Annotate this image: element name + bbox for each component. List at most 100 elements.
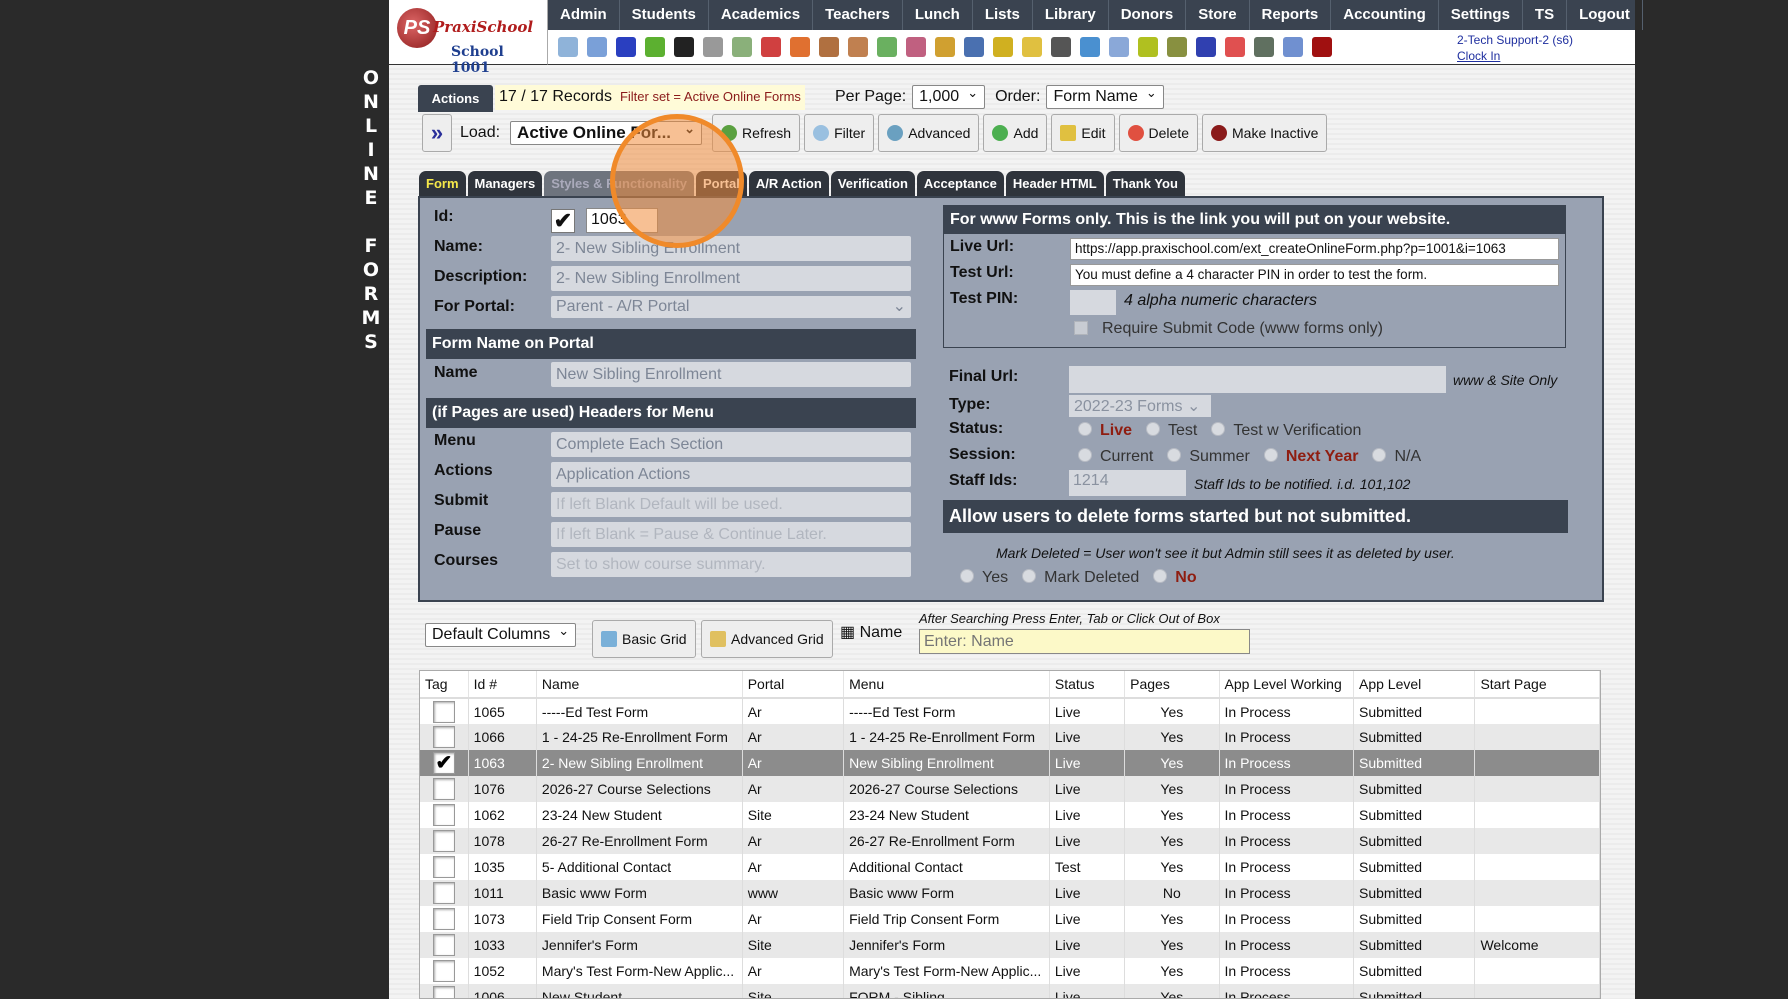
phone-icon[interactable] xyxy=(674,37,694,57)
tab-a-r-action[interactable]: A/R Action xyxy=(748,171,829,196)
tag-checkbox[interactable] xyxy=(432,700,455,723)
megaphone-icon[interactable] xyxy=(790,37,810,57)
chat-icon[interactable] xyxy=(645,37,665,57)
session-radio-n-a[interactable] xyxy=(1372,448,1387,462)
power-icon[interactable] xyxy=(1312,37,1332,57)
description-field[interactable]: 2- New Sibling Enrollment xyxy=(551,266,911,291)
money-icon[interactable] xyxy=(877,37,897,57)
tag-checkbox[interactable] xyxy=(432,778,455,800)
lunch-icon[interactable] xyxy=(935,37,955,57)
tab-header-html[interactable]: Header HTML xyxy=(1005,171,1104,196)
nav-ts[interactable]: TS xyxy=(1523,0,1568,30)
tab-verification[interactable]: Verification xyxy=(830,171,915,196)
actions-field[interactable]: Application Actions xyxy=(551,462,911,487)
tag-checkbox[interactable] xyxy=(432,934,455,956)
tag-checkbox[interactable] xyxy=(432,986,455,998)
advanced-button[interactable]: Advanced xyxy=(878,114,980,152)
nav-accounting[interactable]: Accounting xyxy=(1331,0,1439,30)
test-url-field[interactable]: You must define a 4 character PIN in ord… xyxy=(1070,264,1559,286)
nav-library[interactable]: Library xyxy=(1033,0,1109,30)
nav-store[interactable]: Store xyxy=(1186,0,1250,30)
tag-checkbox[interactable] xyxy=(432,908,455,930)
ap-icon[interactable] xyxy=(1196,37,1216,57)
add-student-icon[interactable] xyxy=(819,37,839,57)
tab-managers[interactable]: Managers xyxy=(467,171,543,196)
clock-in-link[interactable]: Clock In xyxy=(1457,49,1500,63)
delete-radio-no[interactable] xyxy=(1153,569,1168,583)
live-url-field[interactable]: https://app.praxischool.com/ext_createOn… xyxy=(1070,238,1559,260)
nav-lunch[interactable]: Lunch xyxy=(903,0,973,30)
column-header-start-page[interactable]: Start Page xyxy=(1474,671,1600,699)
table-row[interactable]: 1006 New Student Site FORM - Sibling Live Yes… xyxy=(420,984,1600,998)
portal-select[interactable]: Parent - A/R Portal ⌄ xyxy=(551,296,911,318)
tab-form[interactable]: Form xyxy=(419,171,466,196)
staff-ids-field[interactable]: 1214 xyxy=(1069,470,1186,496)
portal-name-field[interactable]: New Sibling Enrollment xyxy=(551,362,911,387)
nav-lists[interactable]: Lists xyxy=(973,0,1033,30)
filter-button[interactable]: Filter xyxy=(804,114,875,152)
tag-checkbox[interactable] xyxy=(432,726,455,748)
advanced-grid-button[interactable]: Advanced Grid xyxy=(701,620,833,658)
tag-checkbox[interactable] xyxy=(432,830,455,852)
nav-students[interactable]: Students xyxy=(620,0,709,30)
table-row[interactable]: 1062 23-24 New Student Site 23-24 New Stude… xyxy=(420,802,1600,828)
status-radio-test-w-verification[interactable] xyxy=(1211,422,1226,436)
table-row[interactable]: 1066 1 - 24-25 Re-Enrollment Form Ar 1 - 24… xyxy=(420,724,1600,750)
clock-icon[interactable] xyxy=(1080,37,1100,57)
printer-icon[interactable] xyxy=(1167,37,1187,57)
columns-select[interactable]: Default Columns xyxy=(425,623,577,647)
column-header-menu[interactable]: Menu xyxy=(843,671,1050,699)
table-row[interactable]: ✔ 1063 2- New Sibling Enrollment Ar New Sibl… xyxy=(420,750,1600,776)
tag-checkbox[interactable] xyxy=(432,960,455,982)
table-icon[interactable] xyxy=(1109,37,1129,57)
export-icon[interactable] xyxy=(1022,37,1042,57)
require-submit-code-checkbox[interactable] xyxy=(1074,321,1088,335)
column-header-app-level[interactable]: App Level xyxy=(1353,671,1476,699)
submit-field[interactable]: If left Blank Default will be used. xyxy=(551,492,911,517)
speaker-icon[interactable] xyxy=(703,37,723,57)
order-select[interactable]: Form Name xyxy=(1046,85,1164,109)
table-row[interactable]: 1052 Mary's Test Form-New Applic... Ar Mary… xyxy=(420,958,1600,984)
tag-checkbox[interactable] xyxy=(432,856,455,878)
card-icon[interactable] xyxy=(1138,37,1158,57)
name-field[interactable]: 2- New Sibling Enrollment xyxy=(551,236,911,261)
status-radio-test[interactable] xyxy=(1146,422,1161,436)
pause-field[interactable]: If left Blank = Pause & Continue Later. xyxy=(551,522,911,547)
column-header-portal[interactable]: Portal xyxy=(742,671,845,699)
delete-radio-yes[interactable] xyxy=(960,569,974,583)
nav-teachers[interactable]: Teachers xyxy=(813,0,903,30)
nav-reports[interactable]: Reports xyxy=(1250,0,1332,30)
test-pin-field[interactable] xyxy=(1070,290,1116,315)
nav-logout[interactable]: Logout xyxy=(1567,0,1643,30)
courses-field[interactable]: Set to show course summary. xyxy=(551,552,911,577)
session-radio-next-year[interactable] xyxy=(1263,448,1278,462)
basic-grid-button[interactable]: Basic Grid xyxy=(592,620,696,658)
nav-academics[interactable]: Academics xyxy=(709,0,814,30)
menu-field[interactable]: Complete Each Section xyxy=(551,432,911,457)
cash-register-icon[interactable] xyxy=(1254,37,1274,57)
tag-checkbox[interactable]: ✔ xyxy=(432,752,455,774)
status-radio-live[interactable] xyxy=(1078,422,1092,436)
actions-tab[interactable]: Actions xyxy=(418,85,493,112)
nav-donors[interactable]: Donors xyxy=(1109,0,1187,30)
delete-radio-mark-deleted[interactable] xyxy=(1022,569,1037,583)
delete-button[interactable]: Delete xyxy=(1118,114,1198,152)
refresh-button[interactable]: Refresh xyxy=(712,114,801,152)
table-row[interactable]: 1078 26-27 Re-Enrollment Form Ar 26-27 Re-E… xyxy=(420,828,1600,854)
email-at-icon[interactable] xyxy=(616,37,636,57)
make-inactive-button[interactable]: Make Inactive xyxy=(1202,114,1328,152)
type-select[interactable]: 2022-23 Forms ⌄ xyxy=(1069,395,1211,417)
nav-settings[interactable]: Settings xyxy=(1439,0,1523,30)
tag-checkbox[interactable] xyxy=(432,804,455,826)
student-icon[interactable] xyxy=(848,37,868,57)
column-header-status[interactable]: Status xyxy=(1049,671,1126,699)
id-checkbox[interactable]: ✔ xyxy=(551,209,575,233)
column-header-id-[interactable]: Id # xyxy=(468,671,537,699)
per-page-select[interactable]: 1,000 xyxy=(912,85,986,109)
table-row[interactable]: 1011 Basic www Form www Basic www Form Live N… xyxy=(420,880,1600,906)
tab-styles-functionality[interactable]: Styles & Functionality xyxy=(544,171,695,196)
spreadsheet-icon[interactable] xyxy=(732,37,752,57)
session-radio-current[interactable] xyxy=(1078,448,1092,462)
edit-button[interactable]: Edit xyxy=(1051,114,1115,152)
final-url-field[interactable] xyxy=(1069,366,1446,393)
